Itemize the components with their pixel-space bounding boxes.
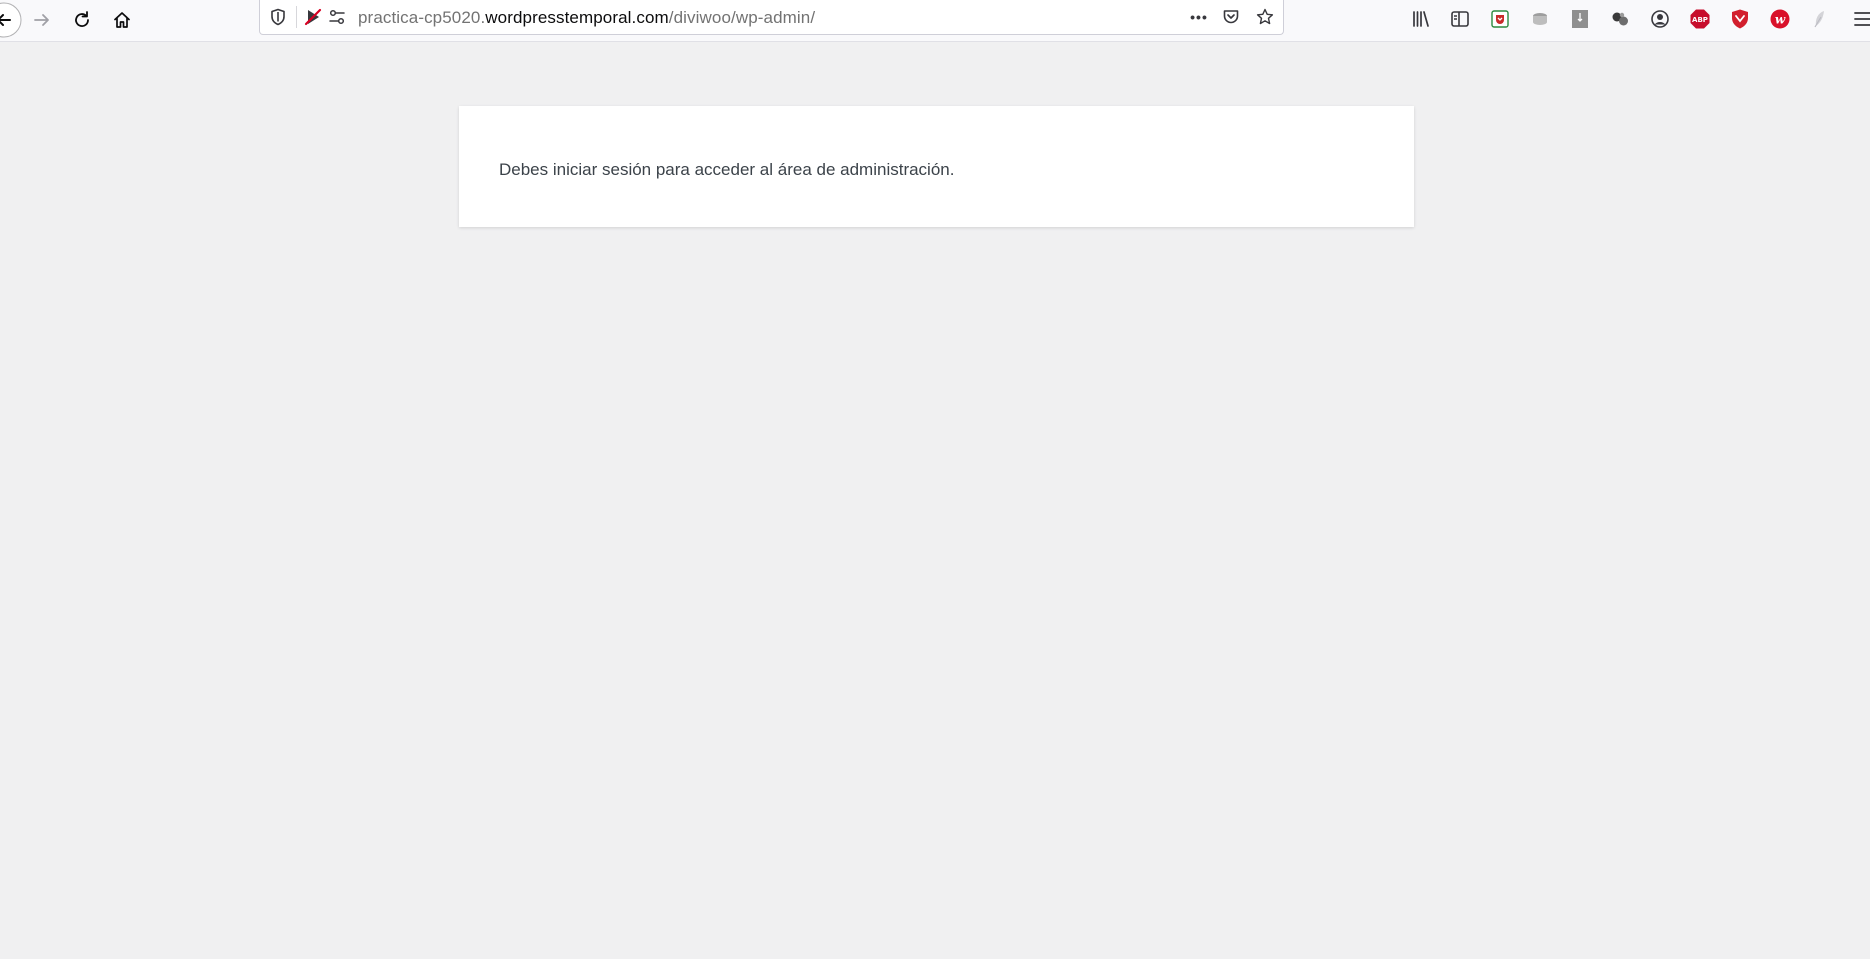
star-icon (1256, 8, 1274, 25)
w-extension-icon: w (1770, 9, 1790, 29)
extension-button-7[interactable] (1807, 6, 1833, 32)
sidebar-icon (1451, 11, 1469, 27)
library-button[interactable] (1408, 6, 1434, 32)
sliders-icon (329, 9, 345, 25)
url-text[interactable]: practica-cp5020.wordpresstemporal.com/di… (358, 8, 815, 28)
forward-button[interactable] (26, 4, 58, 36)
extension-button-1[interactable] (1487, 6, 1513, 32)
reload-button[interactable] (66, 4, 98, 36)
account-button[interactable] (1647, 6, 1673, 32)
adblock-plus-icon: ABP (1690, 9, 1710, 29)
extension-button-4[interactable] (1607, 6, 1633, 32)
w-label: w (1775, 13, 1786, 27)
back-arrow-icon (0, 2, 22, 38)
browser-toolbar: practica-cp5020.wordpresstemporal.com/di… (0, 0, 1870, 42)
extension-button-5[interactable] (1727, 6, 1753, 32)
abp-label: ABP (1692, 16, 1708, 24)
green-shield-extension-icon (1491, 10, 1509, 28)
grey-box-extension-icon (1572, 10, 1588, 28)
adblock-plus-button[interactable]: ABP (1687, 6, 1713, 32)
permissions-button[interactable] (326, 6, 348, 28)
url-bar[interactable]: practica-cp5020.wordpresstemporal.com/di… (259, 0, 1284, 35)
library-icon (1413, 11, 1429, 27)
extension-button-3[interactable] (1567, 6, 1593, 32)
home-button[interactable] (106, 4, 138, 36)
red-shield-extension-icon (1732, 9, 1748, 29)
autoplay-blocked-button[interactable] (302, 6, 324, 28)
login-required-message: Debes iniciar sesión para acceder al áre… (499, 160, 955, 179)
back-button[interactable] (0, 2, 22, 38)
tracking-protection-button[interactable] (267, 6, 289, 28)
account-icon (1651, 10, 1669, 28)
sidebar-button[interactable] (1447, 6, 1473, 32)
extension-button-2[interactable] (1527, 6, 1553, 32)
feather-extension-icon (1814, 11, 1824, 28)
url-prefix: practica-cp5020. (358, 8, 486, 27)
media-blocked-icon (304, 8, 322, 26)
shield-icon (271, 8, 285, 26)
extension-button-6[interactable]: w (1767, 6, 1793, 32)
pocket-button[interactable] (1220, 6, 1242, 28)
url-path: /diviwoo/wp-admin/ (668, 8, 816, 27)
database-extension-icon (1533, 13, 1547, 25)
home-icon (114, 12, 130, 28)
url-separator (296, 6, 297, 28)
page-actions-button[interactable]: ••• (1184, 6, 1214, 28)
forward-arrow-icon (34, 14, 49, 26)
hamburger-menu-icon (1854, 12, 1870, 26)
more-icon: ••• (1190, 9, 1208, 25)
spheres-extension-icon (1612, 12, 1628, 26)
reload-icon (75, 11, 89, 27)
url-domain: wordpresstemporal.com (485, 8, 669, 27)
bookmark-button[interactable] (1254, 6, 1276, 28)
pocket-icon (1223, 10, 1239, 24)
login-required-notice: Debes iniciar sesión para acceder al áre… (459, 106, 1414, 227)
menu-button[interactable] (1852, 6, 1870, 32)
